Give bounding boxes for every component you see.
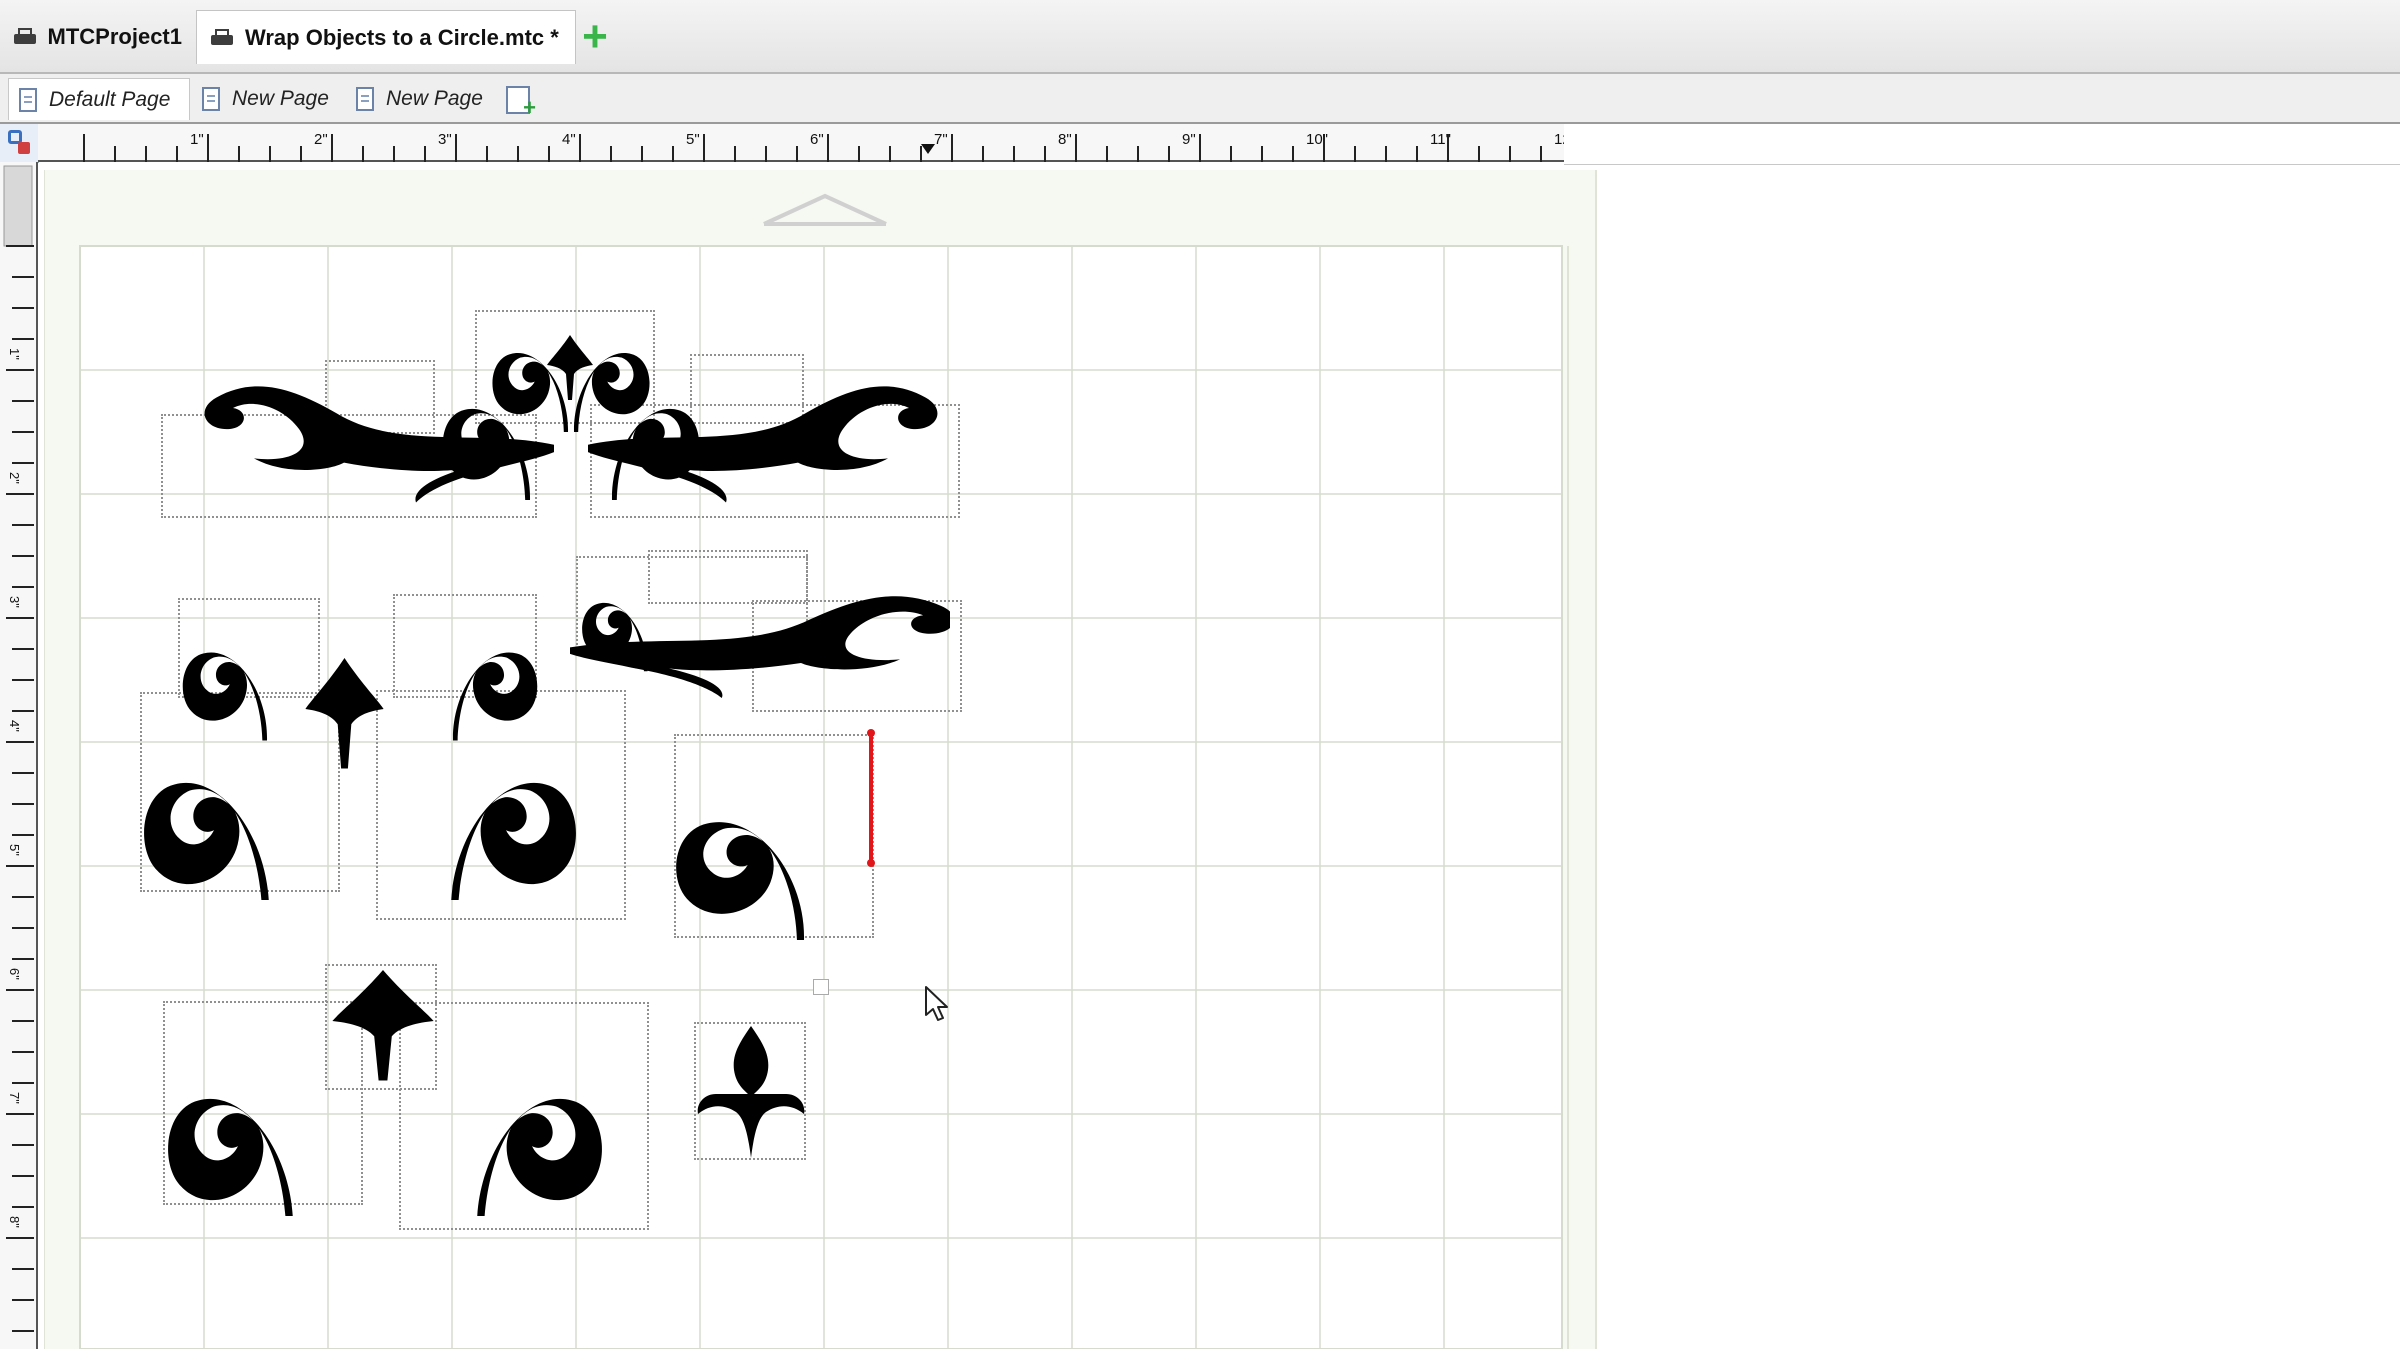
right-swirl-ornament[interactable] — [570, 560, 950, 700]
top-ornament[interactable] — [190, 300, 940, 510]
selection-handle[interactable] — [813, 979, 829, 995]
middle-left-ornament[interactable] — [140, 590, 580, 900]
small-swirl[interactable] — [672, 765, 882, 940]
mouse-cursor-icon — [925, 986, 948, 1021]
rotation-guide-line[interactable] — [867, 729, 875, 867]
bottom-left-ornament[interactable] — [160, 966, 610, 1216]
diamond-fleur[interactable] — [696, 1024, 806, 1160]
